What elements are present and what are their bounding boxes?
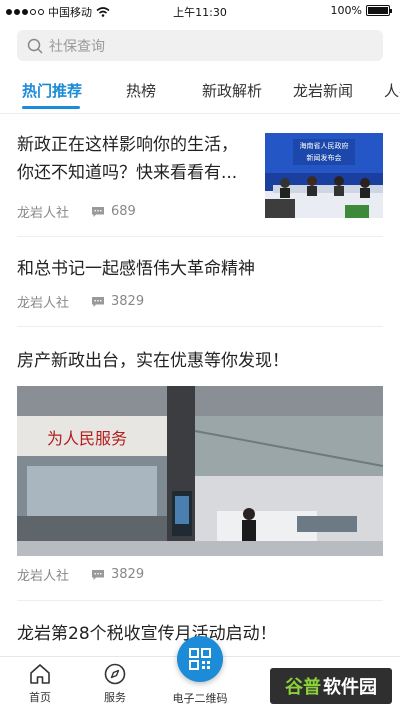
comment-icon	[92, 296, 105, 307]
qrcode-button[interactable]	[177, 636, 223, 682]
tab-hot-recommend[interactable]: 热门推荐	[22, 80, 82, 101]
comment-icon	[92, 569, 105, 580]
search-placeholder: 社保查询	[49, 38, 105, 55]
nav-home[interactable]: 首页	[10, 663, 70, 705]
watermark-text-a: 谷普	[285, 677, 321, 698]
article-divider	[17, 600, 383, 601]
compass-icon	[104, 663, 126, 685]
article-source: 龙岩人社	[17, 296, 70, 311]
comment-count: 689	[111, 204, 136, 219]
comment-icon	[92, 206, 105, 217]
nav-service[interactable]: 服务	[85, 663, 145, 705]
comment-count: 3829	[111, 567, 145, 582]
article-title: 房产新政出台，实在优惠等你发现！	[17, 351, 289, 371]
tab-longyan-news[interactable]: 龙岩新闻	[293, 80, 353, 101]
thumb-text-top: 海南省人民政府	[300, 141, 349, 150]
article-thumbnail[interactable]: 海南省人民政府 新闻发布会	[265, 133, 383, 218]
article-image[interactable]: 为人民服务	[17, 386, 383, 556]
tab-new-policy[interactable]: 新政解析	[202, 80, 262, 101]
service-hall-sign: 为人民服务	[47, 429, 127, 448]
search-input[interactable]: 社保查询	[17, 30, 383, 61]
article-divider	[17, 236, 383, 237]
article-title-line: 你还不知道吗？快来看看有...	[17, 163, 238, 183]
status-bar: 中国移动 上午11:30 100%	[0, 0, 400, 22]
comment-count: 3829	[111, 294, 145, 309]
home-icon	[30, 664, 50, 684]
nav-home-label: 首页	[29, 691, 51, 704]
article-item[interactable]: 和总书记一起感悟伟大革命精神	[17, 255, 383, 283]
article-source: 龙岩人社	[17, 569, 70, 584]
article-meta: 龙岩人社 3829	[17, 565, 144, 584]
nav-service-label: 服务	[104, 691, 126, 704]
category-tabs: 热门推荐 热榜 新政解析 龙岩新闻 人事	[0, 70, 400, 112]
thumb-text-bottom: 新闻发布会	[307, 153, 342, 162]
active-tab-indicator	[22, 106, 80, 109]
article-meta: 龙岩人社 689	[17, 202, 136, 221]
qrcode-label[interactable]: 电子二维码	[160, 690, 240, 706]
tab-hot-list[interactable]: 热榜	[126, 80, 156, 101]
watermark-logo: 谷普 软件园	[270, 668, 392, 704]
article-title-line: 新政正在这样影响你的生活，	[17, 135, 238, 155]
article-item[interactable]: 房产新政出台，实在优惠等你发现！	[17, 347, 383, 375]
article-divider	[17, 326, 383, 327]
battery-percent: 100%	[330, 4, 362, 17]
article-item[interactable]: 新政正在这样影响你的生活， 你还不知道吗？快来看看有...	[17, 131, 257, 187]
tabs-divider	[0, 113, 400, 114]
qrcode-icon	[189, 648, 211, 670]
search-icon	[27, 38, 43, 54]
watermark-text-b: 软件园	[323, 677, 377, 698]
battery-icon	[366, 5, 392, 16]
tab-personnel[interactable]: 人事	[384, 80, 400, 101]
article-meta: 龙岩人社 3829	[17, 292, 144, 311]
article-title: 和总书记一起感悟伟大革命精神	[17, 259, 255, 279]
article-source: 龙岩人社	[17, 206, 70, 221]
